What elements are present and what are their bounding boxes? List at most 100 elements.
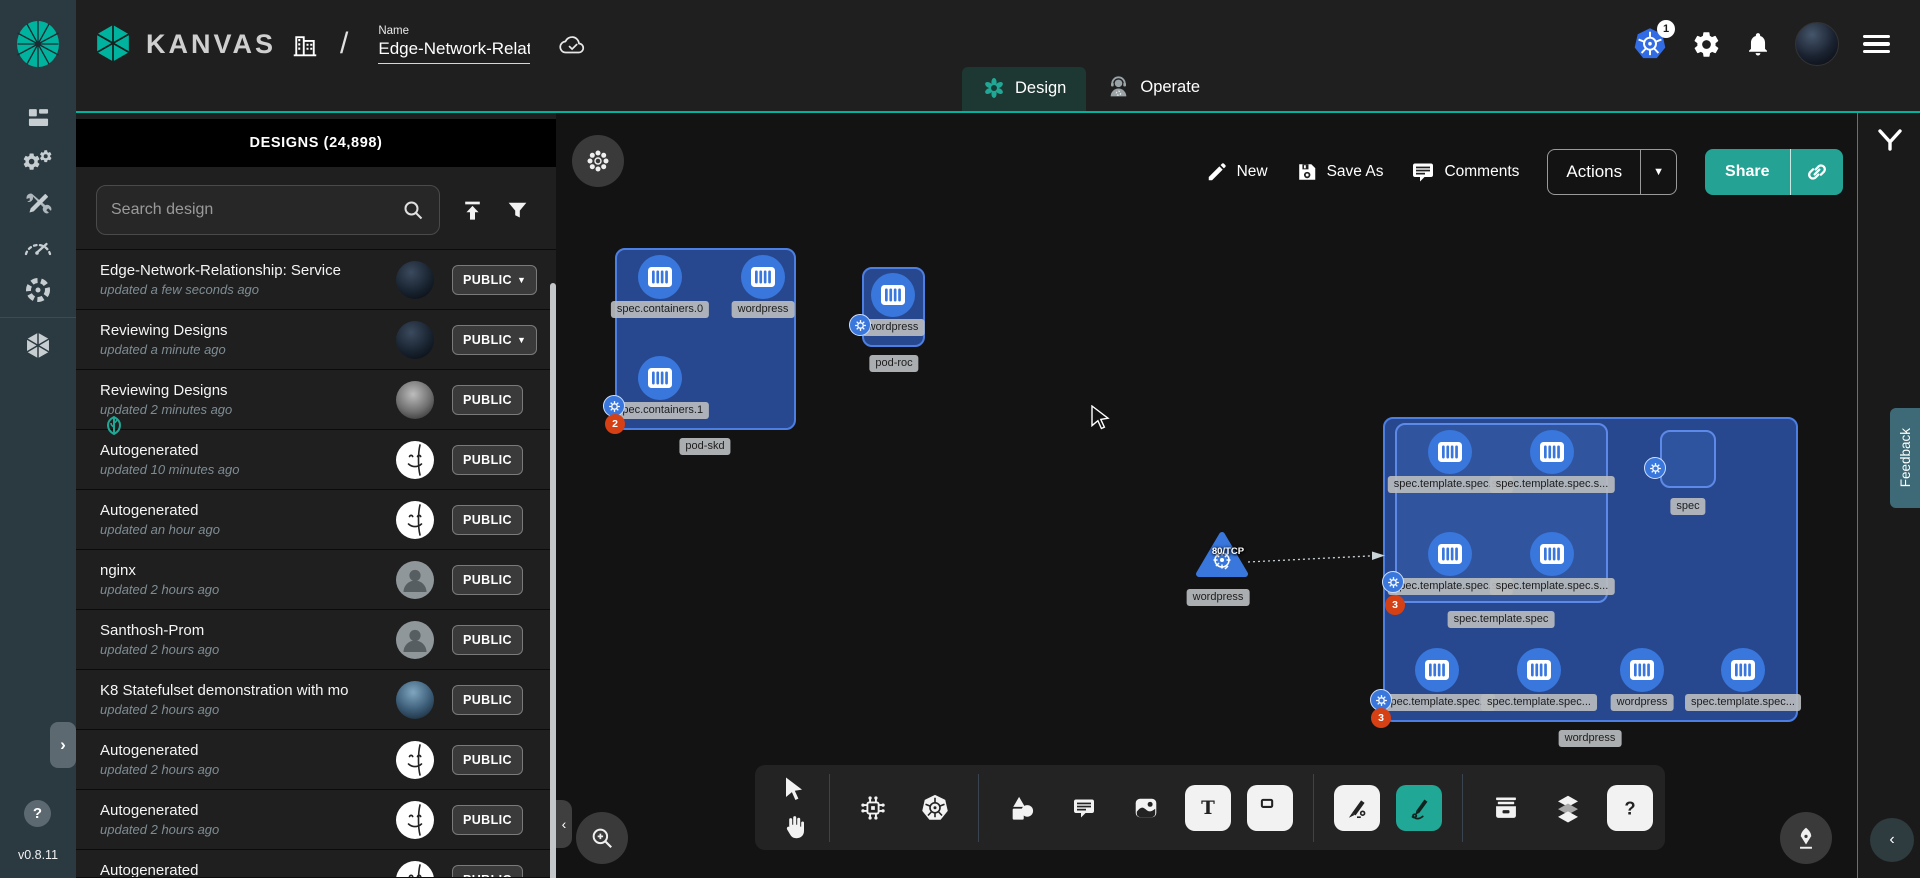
design-list-item[interactable]: Edge-Network-Relationship: Serviceupdate… (76, 249, 556, 309)
visibility-badge[interactable]: PUBLIC (452, 865, 523, 878)
shapes-tool[interactable] (999, 785, 1045, 831)
menu-hamburger-icon[interactable] (1863, 35, 1890, 53)
freehand-tool[interactable] (1396, 785, 1442, 831)
kanvas-logo-icon[interactable] (94, 23, 132, 65)
container-node-10[interactable] (1620, 648, 1664, 692)
components-tool[interactable] (850, 785, 896, 831)
zoom-in-button[interactable] (576, 812, 628, 864)
design-list-item[interactable]: Autogeneratedupdated 2 hours agoPUBLIC (76, 729, 556, 789)
visibility-badge[interactable]: PUBLIC▼ (452, 325, 537, 355)
drawer-tool[interactable] (1483, 785, 1529, 831)
visibility-badge[interactable]: PUBLIC▼ (452, 265, 537, 295)
comment-tool[interactable] (1061, 785, 1107, 831)
help-tool[interactable]: ? (1607, 785, 1653, 831)
container-node-0[interactable] (638, 255, 682, 299)
container-node-1[interactable] (741, 255, 785, 299)
container-node-4[interactable] (1428, 430, 1472, 474)
layers-tool[interactable] (1545, 785, 1591, 831)
settings-gear-icon[interactable] (1692, 30, 1721, 59)
kubernetes-badge-icon[interactable] (1644, 457, 1666, 479)
panel-collapse-chevron[interactable]: ‹ (556, 800, 572, 848)
shapes-icon (1008, 794, 1036, 822)
visibility-badge[interactable]: PUBLIC (452, 625, 523, 655)
container-node-11[interactable] (1721, 648, 1765, 692)
filter-icon[interactable] (505, 198, 530, 223)
visibility-badge[interactable]: PUBLIC (452, 505, 523, 535)
meshery-logo-icon[interactable] (14, 18, 62, 70)
sidebar-item-dashboard[interactable] (0, 96, 76, 139)
container-node-3[interactable] (871, 273, 915, 317)
designs-scrollbar[interactable] (550, 283, 556, 878)
error-count-badge[interactable]: 2 (605, 414, 625, 434)
feedback-tab[interactable]: Feedback (1890, 408, 1920, 508)
error-count-badge[interactable]: 3 (1385, 595, 1405, 615)
visibility-badge[interactable]: PUBLIC (452, 805, 523, 835)
right-rail-collapse-chevron[interactable]: ‹ (1870, 818, 1914, 862)
sidebar-item-kanvas[interactable] (0, 324, 76, 367)
container-node-6[interactable] (1428, 532, 1472, 576)
node-box-spec[interactable] (1660, 430, 1716, 488)
design-list-item[interactable]: Santhosh-Promupdated 2 hours agoPUBLIC (76, 609, 556, 669)
container-node-5[interactable] (1530, 430, 1574, 474)
pan-tool[interactable] (775, 810, 813, 844)
image-tool[interactable] (1123, 785, 1169, 831)
sidebar-item-configuration[interactable] (0, 182, 76, 225)
copy-link-icon[interactable] (1791, 159, 1843, 185)
tab-design[interactable]: Design (962, 67, 1086, 111)
designs-panel-title[interactable]: DESIGNS (24,898) (76, 119, 556, 167)
design-list-item[interactable]: Reviewing Designsupdated a minute agoPUB… (76, 309, 556, 369)
user-avatar[interactable] (1795, 22, 1839, 66)
kubernetes-context-button[interactable]: 1 (1632, 26, 1668, 62)
merge-y-icon[interactable] (1874, 127, 1906, 157)
pen-dock-button[interactable] (1780, 812, 1832, 864)
design-list-item[interactable]: Autogeneratedupdated 2 hours agoPUBLIC (76, 849, 556, 878)
service-edge[interactable] (1246, 551, 1388, 567)
design-owner-avatar (396, 561, 434, 599)
design-list-item[interactable]: Autogeneratedupdated 10 minutes agoPUBLI… (76, 429, 556, 489)
sidebar-item-extensions[interactable] (0, 268, 76, 311)
help-button[interactable]: ? (24, 800, 51, 827)
container-node-8[interactable] (1415, 648, 1459, 692)
design-list-item[interactable]: Autogeneratedupdated 2 hours agoPUBLIC (76, 789, 556, 849)
visibility-badge[interactable]: PUBLIC (452, 385, 523, 415)
kubernetes-components-tool[interactable] (912, 785, 958, 831)
visibility-badge[interactable]: PUBLIC (452, 565, 523, 595)
sidebar-item-performance[interactable] (0, 225, 76, 268)
node-box-spec-template-spec[interactable] (1395, 423, 1608, 603)
design-list-item[interactable]: Autogeneratedupdated an hour agoPUBLIC (76, 489, 556, 549)
search-input[interactable] (111, 201, 401, 219)
actions-caret-icon[interactable]: ▼ (1641, 166, 1676, 178)
visibility-badge[interactable]: PUBLIC (452, 745, 523, 775)
organization-icon[interactable] (290, 29, 320, 59)
design-list-item[interactable]: K8 Statefulset demonstration with moupda… (76, 669, 556, 729)
search-icon[interactable] (401, 198, 425, 222)
notifications-bell-icon[interactable] (1745, 31, 1771, 58)
frame-tool[interactable] (1247, 785, 1293, 831)
new-button[interactable]: New (1206, 161, 1268, 183)
upload-design-icon[interactable] (460, 198, 485, 223)
sidebar-item-lifecycle[interactable] (0, 139, 76, 182)
save-as-button[interactable]: Save As (1296, 161, 1384, 183)
pen-tool[interactable] (1334, 785, 1380, 831)
container-node-2[interactable] (638, 356, 682, 400)
kubernetes-badge-icon[interactable] (849, 314, 871, 336)
sidebar-divider (0, 317, 76, 318)
kubernetes-badge-icon[interactable] (1382, 571, 1404, 593)
design-canvas[interactable]: New Save As Comments Actions ▼ Share pod… (556, 113, 1857, 878)
design-name-input[interactable] (378, 39, 530, 64)
sidebar-expand-button[interactable]: › (50, 722, 76, 768)
visibility-badge[interactable]: PUBLIC (452, 445, 523, 475)
canvas-menu-flower-icon[interactable] (572, 135, 624, 187)
error-count-badge[interactable]: 3 (1371, 708, 1391, 728)
design-list-item[interactable]: nginxupdated 2 hours agoPUBLIC (76, 549, 556, 609)
visibility-badge[interactable]: PUBLIC (452, 685, 523, 715)
select-tool[interactable] (775, 772, 813, 806)
container-node-9[interactable] (1517, 648, 1561, 692)
container-node-7[interactable] (1530, 532, 1574, 576)
actions-split-button[interactable]: Actions ▼ (1547, 149, 1677, 195)
design-list-item[interactable]: Reviewing Designsupdated 2 minutes agoPU… (76, 369, 556, 429)
comments-button[interactable]: Comments (1411, 160, 1519, 184)
text-tool[interactable]: T (1185, 785, 1231, 831)
share-split-button[interactable]: Share (1705, 149, 1843, 195)
tab-operate[interactable]: Operate (1086, 66, 1220, 111)
